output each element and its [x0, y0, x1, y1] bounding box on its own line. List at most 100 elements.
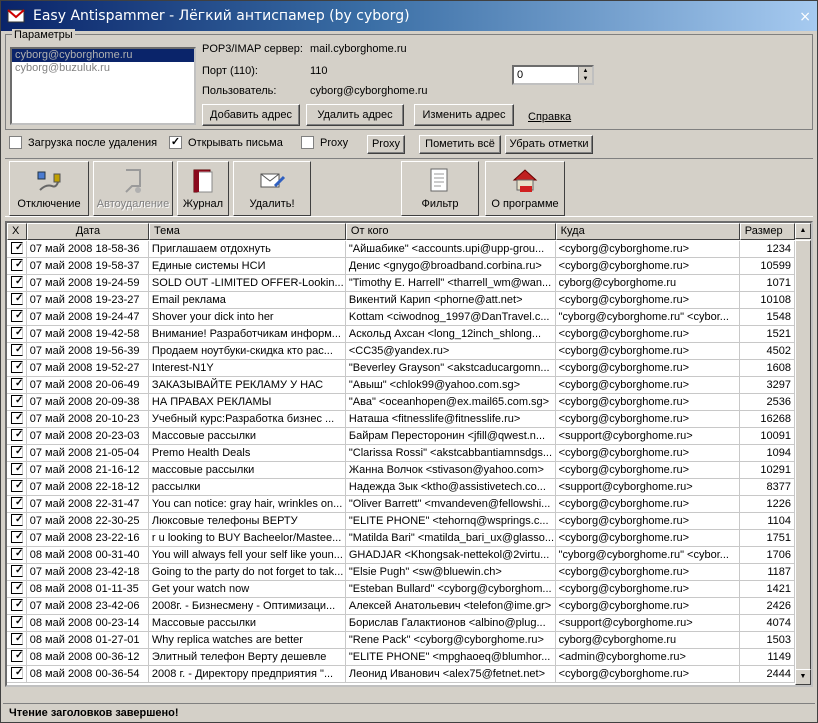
- row-checkbox-cell[interactable]: ✓: [7, 615, 27, 631]
- checkmark-icon[interactable]: ✓: [11, 361, 23, 373]
- account-item[interactable]: cyborg@buzuluk.ru: [12, 62, 194, 75]
- delete-address-button[interactable]: Удалить адрес: [306, 104, 404, 126]
- checkmark-icon[interactable]: ✓: [11, 395, 23, 407]
- autodelete-button[interactable]: Автоудаление: [93, 161, 173, 216]
- table-row[interactable]: ✓ 07 май 2008 21-05-04 Premo Health Deals "…: [7, 445, 795, 462]
- row-checkbox-cell[interactable]: ✓: [7, 649, 27, 665]
- scroll-up-icon[interactable]: ▲: [795, 223, 811, 239]
- checkmark-icon[interactable]: ✓: [11, 650, 23, 662]
- load-after-delete-checkbox[interactable]: Загрузка после удаления: [9, 136, 157, 149]
- row-checkbox-cell[interactable]: ✓: [7, 462, 27, 478]
- column-header[interactable]: От кого: [345, 223, 556, 240]
- help-link[interactable]: Справка: [528, 111, 571, 123]
- row-checkbox-cell[interactable]: ✓: [7, 411, 27, 427]
- checkmark-icon[interactable]: ✓: [11, 446, 23, 458]
- table-row[interactable]: ✓ 07 май 2008 19-24-47 Shover your dick in…: [7, 309, 795, 326]
- checkmark-icon[interactable]: ✓: [11, 463, 23, 475]
- delete-button[interactable]: Удалить!: [233, 161, 311, 216]
- row-checkbox-cell[interactable]: ✓: [7, 479, 27, 495]
- checkmark-icon[interactable]: ✓: [11, 616, 23, 628]
- row-checkbox-cell[interactable]: ✓: [7, 530, 27, 546]
- row-checkbox-cell[interactable]: ✓: [7, 428, 27, 444]
- checkmark-icon[interactable]: ✓: [11, 497, 23, 509]
- row-checkbox-cell[interactable]: ✓: [7, 513, 27, 529]
- row-checkbox-cell[interactable]: ✓: [7, 547, 27, 563]
- column-header[interactable]: Тема: [149, 223, 346, 240]
- table-row[interactable]: ✓ 08 май 2008 00-36-54 2008 г. - Директору…: [7, 666, 795, 683]
- checkmark-icon[interactable]: ✓: [11, 429, 23, 441]
- interval-spinner[interactable]: 0 ▲ ▼: [512, 65, 594, 85]
- row-checkbox-cell[interactable]: ✓: [7, 496, 27, 512]
- checkmark-icon[interactable]: ✓: [11, 327, 23, 339]
- checkmark-icon[interactable]: ✓: [11, 599, 23, 611]
- table-row[interactable]: ✓ 07 май 2008 20-23-03 Массовые рассылки Ба…: [7, 428, 795, 445]
- checkmark-icon[interactable]: ✓: [11, 259, 23, 271]
- row-checkbox-cell[interactable]: ✓: [7, 394, 27, 410]
- table-row[interactable]: ✓ 07 май 2008 23-22-16 r u looking to BUY …: [7, 530, 795, 547]
- proxy-button[interactable]: Proxy: [367, 135, 405, 154]
- checkmark-icon[interactable]: ✓: [11, 412, 23, 424]
- checkmark-icon[interactable]: ✓: [11, 378, 23, 390]
- table-row[interactable]: ✓ 07 май 2008 21-16-12 массовые рассылки Жа…: [7, 462, 795, 479]
- row-checkbox-cell[interactable]: ✓: [7, 581, 27, 597]
- open-letters-checkbox[interactable]: ✓ Открывать письма: [169, 136, 283, 149]
- row-checkbox-cell[interactable]: ✓: [7, 666, 27, 682]
- column-header[interactable]: Куда: [555, 223, 740, 240]
- close-button[interactable]: ×: [799, 9, 811, 25]
- table-row[interactable]: ✓ 08 май 2008 01-11-35 Get your watch now "…: [7, 581, 795, 598]
- checkmark-icon[interactable]: ✓: [11, 565, 23, 577]
- checkbox-box[interactable]: [9, 136, 22, 149]
- checkmark-icon[interactable]: ✓: [11, 514, 23, 526]
- row-checkbox-cell[interactable]: ✓: [7, 343, 27, 359]
- checkmark-icon[interactable]: ✓: [11, 276, 23, 288]
- table-row[interactable]: ✓ 07 май 2008 23-42-18 Going to the party …: [7, 564, 795, 581]
- table-row[interactable]: ✓ 07 май 2008 19-58-37 Единые системы НСИ Д…: [7, 258, 795, 275]
- checkmark-icon[interactable]: ✓: [11, 310, 23, 322]
- table-row[interactable]: ✓ 07 май 2008 20-09-38 НА ПРАВАХ РЕКЛАМЫ "А…: [7, 394, 795, 411]
- table-row[interactable]: ✓ 07 май 2008 19-56-39 Продаем ноутбуки-ск…: [7, 343, 795, 360]
- title-bar[interactable]: Easy Antispammer - Лёгкий антиспамер (by…: [1, 1, 817, 31]
- table-row[interactable]: ✓ 07 май 2008 22-31-47 You can notice: gra…: [7, 496, 795, 513]
- table-row[interactable]: ✓ 08 май 2008 00-23-14 Массовые рассылки Бо…: [7, 615, 795, 632]
- add-address-button[interactable]: Добавить адрес: [202, 104, 300, 126]
- accounts-list[interactable]: cyborg@cyborghome.ru cyborg@buzuluk.ru: [10, 47, 196, 125]
- checkbox-box[interactable]: [301, 136, 314, 149]
- checkmark-icon[interactable]: ✓: [11, 344, 23, 356]
- table-row[interactable]: ✓ 07 май 2008 19-23-27 Email реклама Викент…: [7, 292, 795, 309]
- table-row[interactable]: ✓ 07 май 2008 20-10-23 Учебный курс:Разраб…: [7, 411, 795, 428]
- table-row[interactable]: ✓ 08 май 2008 00-36-12 Элитный телефон Вер…: [7, 649, 795, 666]
- row-checkbox-cell[interactable]: ✓: [7, 326, 27, 342]
- checkmark-icon[interactable]: ✓: [11, 531, 23, 543]
- filter-button[interactable]: Фильтр: [401, 161, 479, 216]
- row-checkbox-cell[interactable]: ✓: [7, 309, 27, 325]
- mark-all-button[interactable]: Пометить всё: [419, 135, 501, 154]
- row-checkbox-cell[interactable]: ✓: [7, 241, 27, 257]
- table-row[interactable]: ✓ 07 май 2008 20-06-49 ЗАКАЗЫВАЙТЕ РЕКЛАМУ…: [7, 377, 795, 394]
- unmark-button[interactable]: Убрать отметки: [505, 135, 593, 154]
- row-checkbox-cell[interactable]: ✓: [7, 292, 27, 308]
- table-row[interactable]: ✓ 07 май 2008 19-42-58 Внимание! Разработч…: [7, 326, 795, 343]
- column-header[interactable]: Размер: [739, 223, 795, 240]
- spinner-arrows-icon[interactable]: ▲ ▼: [578, 67, 592, 83]
- column-header[interactable]: X: [7, 223, 27, 240]
- about-button[interactable]: О программе: [485, 161, 565, 216]
- edit-address-button[interactable]: Изменить адрес: [414, 104, 514, 126]
- row-checkbox-cell[interactable]: ✓: [7, 598, 27, 614]
- row-checkbox-cell[interactable]: ✓: [7, 377, 27, 393]
- journal-button[interactable]: Журнал: [177, 161, 229, 216]
- checkmark-icon[interactable]: ✓: [11, 582, 23, 594]
- scroll-thumb[interactable]: [795, 240, 811, 674]
- checkmark-icon[interactable]: ✓: [11, 293, 23, 305]
- table-row[interactable]: ✓ 07 май 2008 18-58-36 Приглашаем отдохнут…: [7, 241, 795, 258]
- row-checkbox-cell[interactable]: ✓: [7, 258, 27, 274]
- table-row[interactable]: ✓ 08 май 2008 00-31-40 You will always fel…: [7, 547, 795, 564]
- row-checkbox-cell[interactable]: ✓: [7, 275, 27, 291]
- row-checkbox-cell[interactable]: ✓: [7, 564, 27, 580]
- table-row[interactable]: ✓ 08 май 2008 01-27-01 Why replica watches…: [7, 632, 795, 649]
- checkmark-icon[interactable]: ✓: [11, 633, 23, 645]
- account-item[interactable]: cyborg@cyborghome.ru: [12, 49, 194, 62]
- table-row[interactable]: ✓ 07 май 2008 22-30-25 Люксовые телефоны В…: [7, 513, 795, 530]
- vertical-scrollbar[interactable]: ▲ ▼: [795, 223, 811, 685]
- checkmark-icon[interactable]: ✓: [11, 667, 23, 679]
- table-row[interactable]: ✓ 07 май 2008 19-24-59 SOLD OUT -LIMITED O…: [7, 275, 795, 292]
